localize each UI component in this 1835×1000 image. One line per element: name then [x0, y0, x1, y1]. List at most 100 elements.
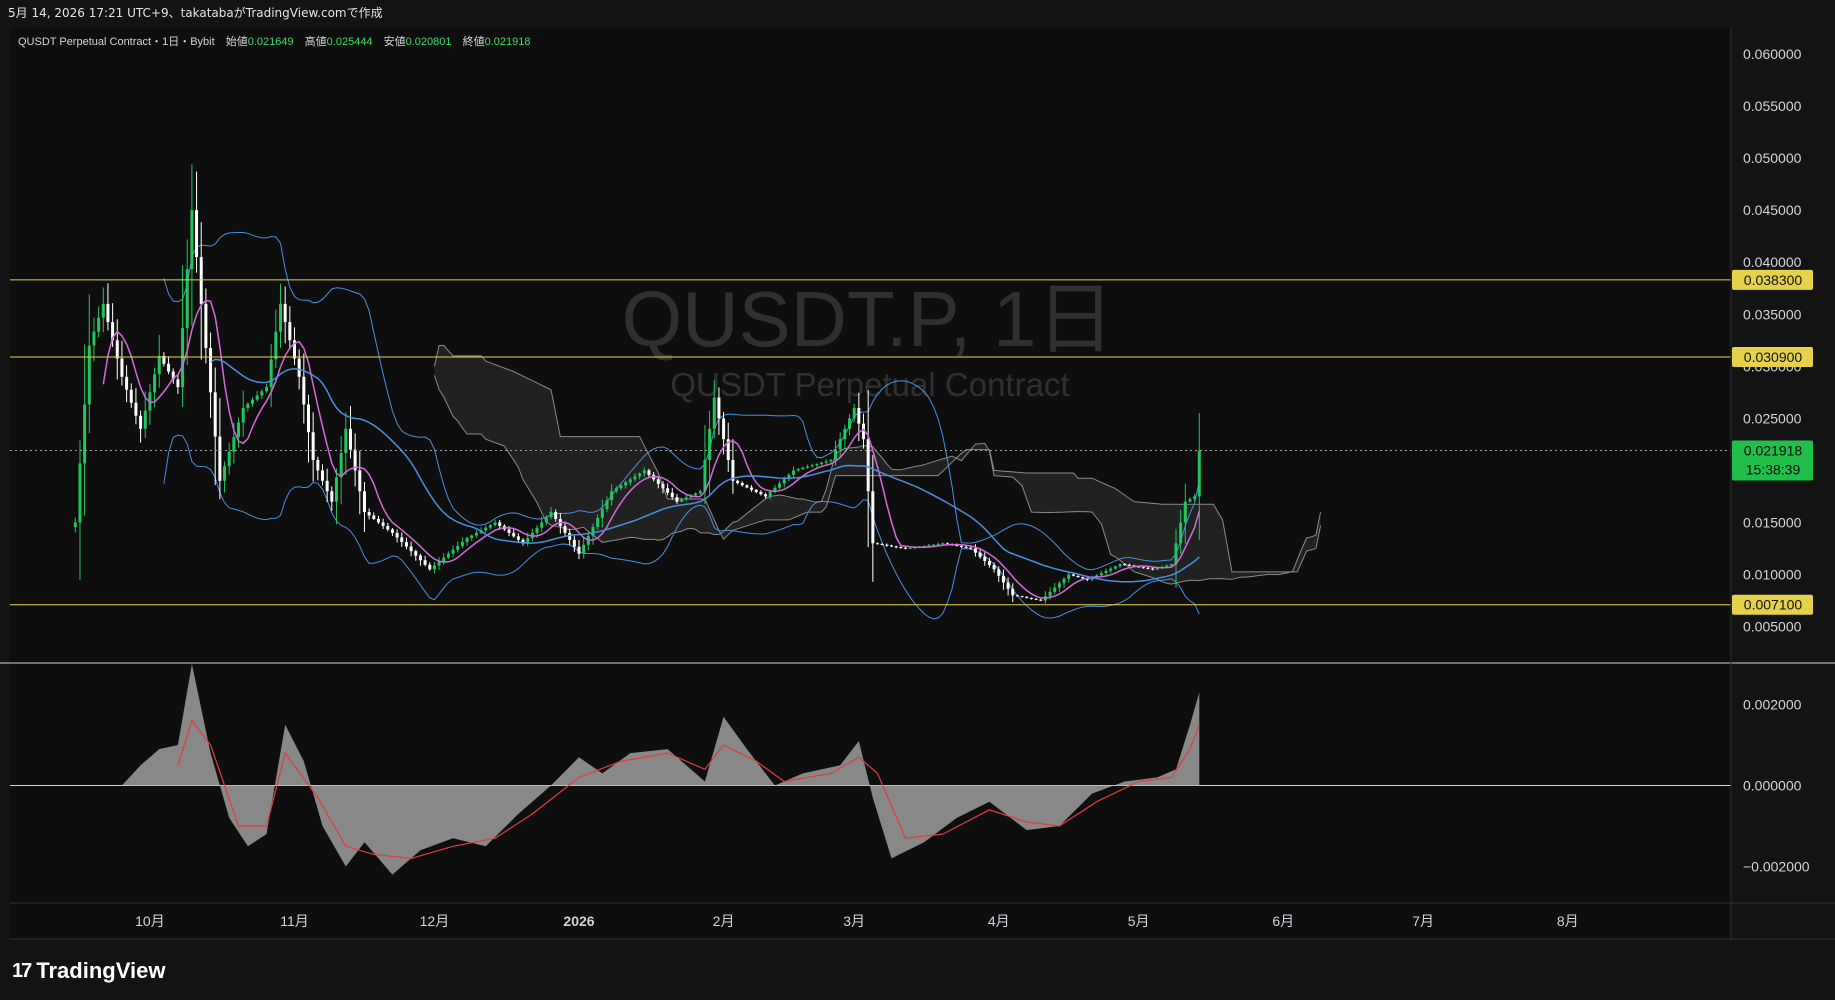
price-tick-label: 0.035000: [1743, 306, 1802, 322]
candle-body: [320, 470, 324, 481]
candle-body: [712, 397, 716, 429]
price-tick-label: 0.045000: [1743, 202, 1802, 218]
candle-body: [400, 537, 404, 542]
candle-body: [460, 541, 464, 546]
candle-body: [983, 556, 987, 561]
candle-body: [992, 565, 996, 570]
candle-body: [134, 402, 138, 416]
candle-body: [899, 547, 903, 549]
candle-body: [647, 470, 651, 475]
candle-body: [1197, 450, 1201, 497]
candle-body: [801, 467, 805, 470]
watermark-title: QUSDT.P, 1日: [622, 275, 1115, 363]
candle-body: [848, 418, 852, 429]
candle-body: [512, 532, 516, 537]
candle-body: [97, 317, 101, 332]
candle-body: [903, 547, 907, 549]
price-chart[interactable]: QUSDT.P, 1日 QUSDT Perpetual Contract 0.0…: [0, 26, 1835, 956]
candle-body: [610, 491, 614, 501]
candle-body: [446, 553, 450, 558]
tradingview-logo-icon: 17: [12, 959, 32, 982]
candle-body: [498, 522, 502, 526]
last-price-value: 0.021918: [1744, 442, 1803, 458]
candle-body: [1165, 565, 1169, 567]
candle-body: [311, 432, 315, 461]
candle-body: [931, 544, 935, 546]
candle-body: [1057, 583, 1061, 588]
candle-body: [964, 546, 968, 548]
candle-body: [815, 463, 819, 466]
ohlc-legend: QUSDT Perpetual Contract・1日・Bybit 始値0.02…: [18, 34, 530, 48]
oscillator-tick-label: −0.002000: [1743, 859, 1810, 875]
candle-body: [824, 461, 828, 463]
time-tick-label: 12月: [420, 913, 450, 929]
candle-body: [362, 491, 366, 513]
candle-body: [418, 555, 422, 561]
candle-body: [600, 509, 604, 519]
candle-body: [423, 560, 427, 565]
candle-body: [456, 545, 460, 550]
candle-body: [465, 538, 469, 542]
candle-body: [1169, 564, 1173, 566]
price-tick-label: 0.055000: [1743, 98, 1802, 114]
last-price-countdown: 15:38:39: [1746, 461, 1801, 477]
candle-body: [381, 522, 385, 526]
time-tick-label: 2026: [563, 913, 594, 929]
candle-body: [549, 512, 553, 518]
candle-body: [1188, 499, 1192, 502]
candle-body: [181, 328, 185, 388]
candle-body: [484, 527, 488, 531]
tradingview-logo-text: TradingView: [36, 958, 166, 983]
price-tick-label: 0.050000: [1743, 150, 1802, 166]
candle-body: [708, 428, 712, 461]
candle-body: [768, 492, 772, 497]
candle-body: [125, 376, 129, 390]
candle-body: [880, 544, 884, 546]
candle-body: [330, 491, 334, 502]
candle-body: [507, 529, 511, 533]
candle-body: [209, 348, 213, 393]
candle-body: [1029, 597, 1033, 599]
candle-body: [1193, 496, 1197, 500]
candle-body: [120, 358, 124, 377]
svg-text:QUSDT Perpetual Contract・1日・By: QUSDT Perpetual Contract・1日・Bybit 始値0.02…: [18, 34, 530, 48]
candle-body: [1020, 596, 1024, 598]
candle-body: [894, 546, 898, 548]
candle-body: [334, 477, 338, 502]
candle-body: [740, 483, 744, 486]
time-tick-label: 11月: [280, 913, 309, 929]
candle-body: [563, 525, 567, 533]
candle-body: [694, 493, 698, 496]
last-price-badge: 0.021918 15:38:39: [1732, 440, 1813, 481]
candle-body: [1048, 591, 1052, 597]
candle-body: [442, 557, 446, 562]
candle-body: [675, 497, 679, 502]
candle-body: [106, 303, 110, 323]
candle-body: [176, 379, 180, 388]
candle-body: [614, 488, 618, 492]
candle-body: [959, 545, 963, 547]
oscillator-tick-label: 0.002000: [1743, 697, 1802, 713]
candle-body: [227, 451, 231, 467]
candle-body: [260, 391, 264, 396]
candle-body: [703, 460, 707, 492]
candle-body: [101, 303, 105, 318]
candle-body: [885, 544, 889, 546]
candle-body: [619, 485, 623, 489]
candle-body: [87, 345, 91, 405]
candle-body: [927, 545, 931, 547]
candle-body: [829, 460, 833, 462]
candle-body: [680, 499, 684, 502]
tradingview-logo[interactable]: 17 TradingView: [12, 956, 165, 986]
candle-body: [1081, 577, 1085, 579]
candle-body: [83, 404, 87, 464]
candle-body: [404, 541, 408, 547]
candle-body: [195, 210, 199, 258]
candle-body: [745, 485, 749, 488]
candle-body: [129, 389, 133, 403]
candle-body: [535, 527, 539, 533]
candle-body: [167, 363, 171, 372]
level-badge-label: 0.030900: [1744, 349, 1803, 365]
legend-close-label: 終値: [463, 34, 485, 48]
candle-body: [796, 469, 800, 471]
